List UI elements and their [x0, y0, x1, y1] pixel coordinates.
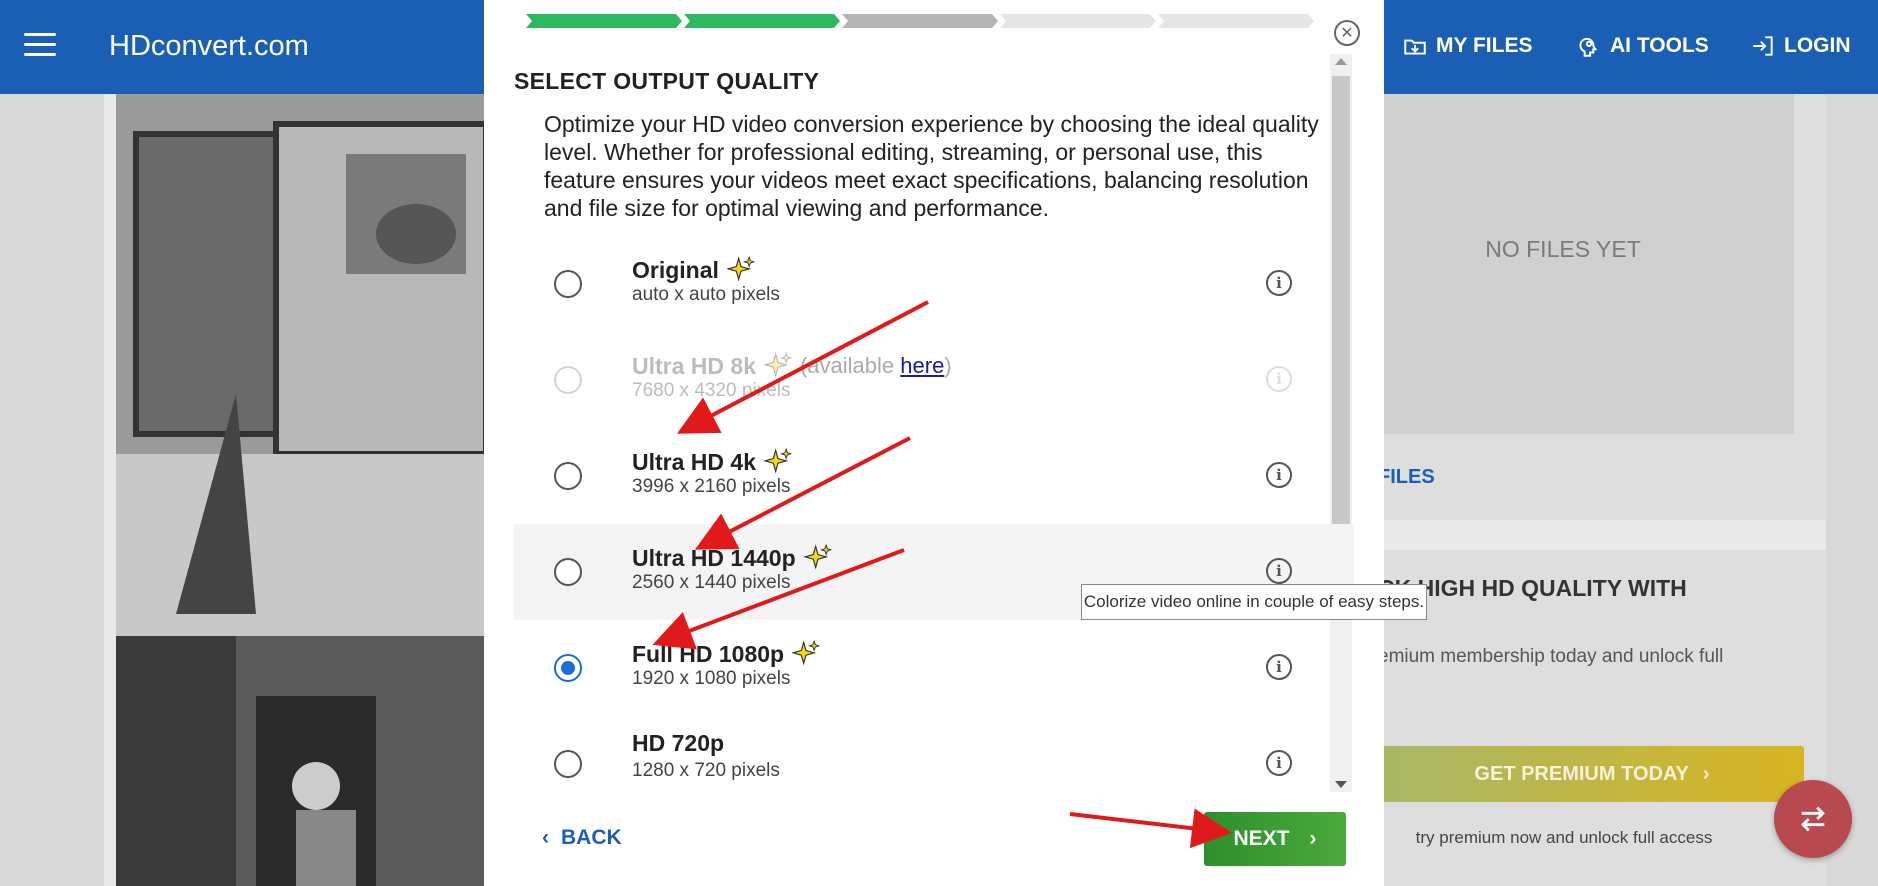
- progress-step-3: [842, 14, 998, 28]
- premium-description: emium membership today and unlock full: [1378, 646, 1724, 667]
- next-button[interactable]: NEXT ›: [1204, 812, 1346, 866]
- option-ultra-hd-8k: Ultra HD 8k (available here) 7680 x 4320…: [514, 332, 1354, 428]
- option-720p-title: HD 720p: [632, 730, 724, 757]
- download-folder-icon: [1404, 39, 1426, 55]
- availability-suffix: ): [944, 353, 952, 378]
- film-frame-image: [116, 636, 486, 886]
- scroll-up-icon[interactable]: [1335, 58, 1347, 65]
- option-8k-resolution: 7680 x 4320 pixels: [632, 380, 791, 401]
- option-ultra-hd-4k[interactable]: Ultra HD 4k 3996 x 2160 pixels i: [514, 428, 1354, 524]
- option-1080p-name: Full HD 1080p: [632, 640, 785, 667]
- info-icon[interactable]: i: [1266, 750, 1292, 776]
- progress-step-5: [1158, 14, 1314, 28]
- option-hd-720p[interactable]: HD 720p 1280 x 720 pixels i: [514, 716, 1354, 792]
- next-label: NEXT: [1233, 827, 1290, 850]
- radio-ultra-hd-8k: [554, 366, 582, 394]
- nav-login[interactable]: LOGIN: [1750, 33, 1851, 59]
- chevron-left-icon: ‹: [542, 826, 549, 849]
- close-icon[interactable]: ✕: [1334, 20, 1360, 46]
- progress-step-1: [526, 14, 682, 28]
- availability-note: (available here): [800, 353, 952, 379]
- availability-prefix: (available: [799, 353, 901, 378]
- option-1440p-resolution: 2560 x 1440 pixels: [632, 572, 791, 593]
- sparkle-icon: [803, 544, 832, 570]
- option-4k-title: Ultra HD 4k: [632, 448, 792, 476]
- info-icon[interactable]: i: [1266, 270, 1292, 296]
- option-1080p-title: Full HD 1080p: [632, 640, 821, 668]
- radio-ultra-hd-4k[interactable]: [554, 462, 582, 490]
- swap-arrows-icon: [1801, 806, 1825, 832]
- option-4k-name: Ultra HD 4k: [632, 448, 756, 475]
- info-icon[interactable]: i: [1266, 558, 1292, 584]
- info-icon: i: [1266, 366, 1292, 392]
- radio-hd-720p[interactable]: [554, 750, 582, 778]
- swap-fab-button[interactable]: [1774, 780, 1852, 858]
- get-premium-label: GET PREMIUM TODAY: [1474, 762, 1689, 785]
- modal-description: Optimize your HD video conversion experi…: [544, 111, 1319, 221]
- no-files-text: NO FILES YET: [1485, 236, 1641, 262]
- sparkle-icon: [792, 640, 821, 666]
- nav-my-files-label: MY FILES: [1436, 34, 1533, 57]
- progress-step-4: [1000, 14, 1156, 28]
- available-here-link[interactable]: here: [900, 353, 944, 378]
- option-original[interactable]: Original auto x auto pixels i: [514, 236, 1354, 332]
- option-720p-resolution: 1280 x 720 pixels: [632, 760, 780, 781]
- brain-icon: [1579, 37, 1598, 57]
- step-progress-bar: [526, 14, 1314, 28]
- nav-login-label: LOGIN: [1784, 34, 1851, 57]
- radio-full-hd-1080p[interactable]: [554, 654, 582, 682]
- get-premium-button[interactable]: GET PREMIUM TODAY ›: [1380, 746, 1804, 802]
- radio-ultra-hd-1440p[interactable]: [554, 558, 582, 586]
- nav-my-files[interactable]: MY FILES: [1402, 33, 1532, 59]
- radio-original[interactable]: [554, 270, 582, 298]
- info-icon[interactable]: i: [1266, 462, 1292, 488]
- tooltip: Colorize video online in couple of easy …: [1081, 584, 1427, 620]
- premium-title: CK HIGH HD QUALITY WITH: [1378, 575, 1687, 601]
- brand-logo[interactable]: HDconvert.com: [109, 30, 309, 63]
- option-full-hd-1080p[interactable]: Full HD 1080p 1920 x 1080 pixels i: [514, 620, 1354, 716]
- sparkle-icon: [726, 256, 755, 282]
- nav-ai-tools-label: AI TOOLS: [1610, 34, 1709, 57]
- option-4k-resolution: 3996 x 2160 pixels: [632, 476, 791, 497]
- option-1440p-title: Ultra HD 1440p: [632, 544, 832, 572]
- cartoon-frame-image: [116, 94, 486, 636]
- chevron-right-icon: ›: [1309, 827, 1317, 850]
- quality-modal: ✕ SELECT OUTPUT QUALITY Optimize your HD…: [484, 0, 1384, 886]
- video-preview-top: [116, 94, 486, 636]
- back-label: BACK: [561, 826, 622, 849]
- option-original-title: Original: [632, 256, 755, 284]
- hamburger-menu-icon[interactable]: [24, 33, 56, 59]
- login-icon: [1753, 36, 1773, 56]
- sparkle-icon: [763, 352, 792, 378]
- video-preview-bottom: [116, 636, 486, 886]
- my-files-panel: [1384, 94, 1826, 520]
- nav-ai-tools[interactable]: AI TOOLS: [1576, 33, 1709, 59]
- option-1080p-resolution: 1920 x 1080 pixels: [632, 668, 791, 689]
- files-link[interactable]: FILES: [1378, 466, 1435, 489]
- option-original-resolution: auto x auto pixels: [632, 284, 780, 305]
- progress-step-2: [684, 14, 840, 28]
- option-8k-title: Ultra HD 8k (available here): [632, 352, 952, 380]
- info-icon[interactable]: i: [1266, 654, 1292, 680]
- back-button[interactable]: ‹ BACK: [542, 826, 622, 850]
- try-premium-text: try premium now and unlock full access: [1415, 828, 1713, 847]
- chevron-right-icon: ›: [1702, 762, 1710, 785]
- modal-title: SELECT OUTPUT QUALITY: [514, 68, 820, 94]
- option-8k-name: Ultra HD 8k: [632, 352, 756, 379]
- option-original-name: Original: [632, 256, 719, 283]
- option-720p-name: HD 720p: [632, 730, 725, 756]
- sparkle-icon: [763, 448, 792, 474]
- option-1440p-name: Ultra HD 1440p: [632, 544, 796, 571]
